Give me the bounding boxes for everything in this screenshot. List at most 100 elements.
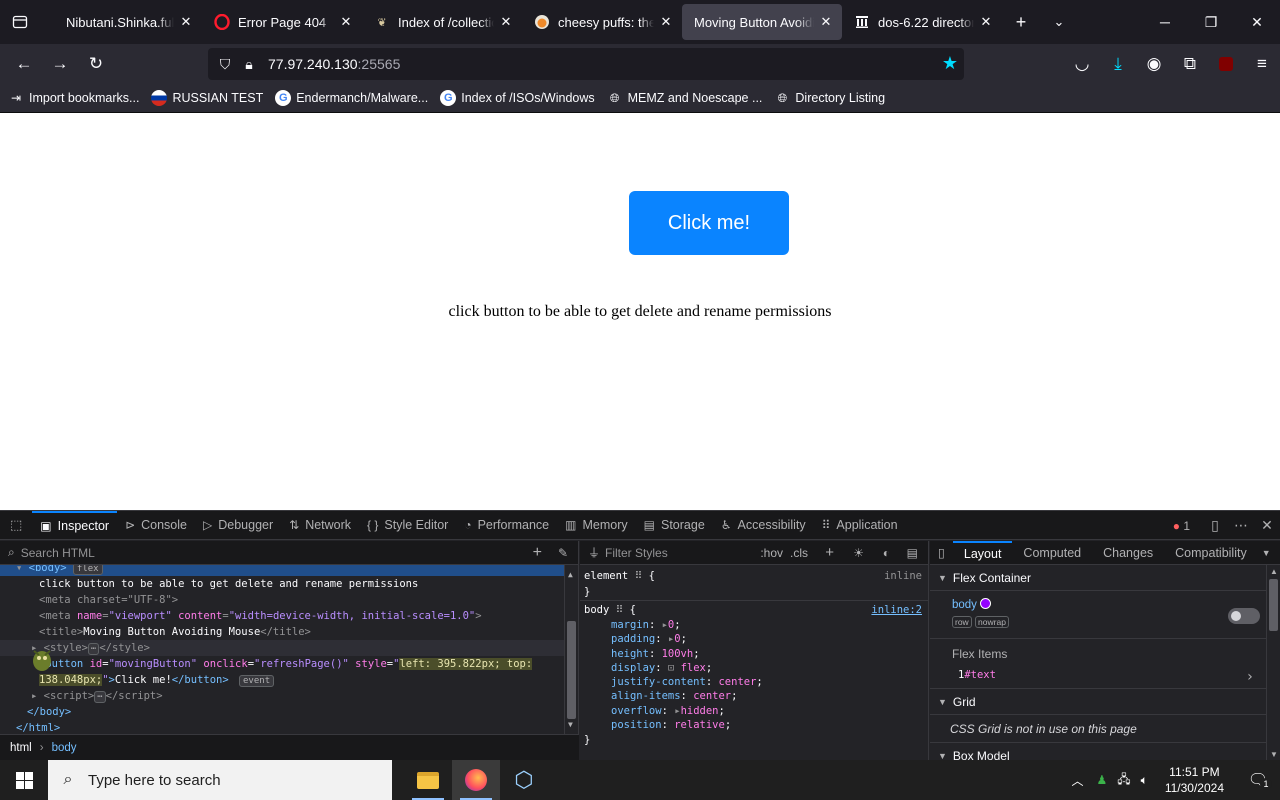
tab-debugger[interactable]: ▷ Debugger xyxy=(195,511,281,540)
collapsed-badge[interactable]: ⋯ xyxy=(94,691,106,703)
tab-accessibility[interactable]: ♿︎ Accessibility xyxy=(713,511,814,540)
close-tab-icon[interactable]: ✕ xyxy=(978,14,994,30)
hov-toggle[interactable]: :hov xyxy=(760,546,783,560)
declaration[interactable]: position: relative; xyxy=(611,718,924,732)
scroll-up-icon[interactable]: ▲ xyxy=(1270,567,1278,576)
rule-source[interactable]: inline:2 xyxy=(871,602,922,618)
filter-styles-input[interactable]: Filter Styles xyxy=(605,546,668,560)
close-devtools-button[interactable]: ✕ xyxy=(1254,517,1280,534)
chevron-up-icon[interactable]: ︿ xyxy=(1071,772,1083,789)
tab-5[interactable]: dos-6.22 directory li ✕ xyxy=(842,4,1002,40)
grid-header[interactable]: ▼ Grid xyxy=(930,689,1266,715)
declaration[interactable]: padding: ▸0; xyxy=(611,632,924,646)
close-tab-icon[interactable]: ✕ xyxy=(338,14,354,30)
markup-node-style[interactable]: ▸ <style> ⋯ </style> xyxy=(0,640,578,656)
close-tab-icon[interactable]: ✕ xyxy=(498,14,514,30)
url-text[interactable]: 77.97.240.130:25565 xyxy=(268,56,400,72)
box-model-header[interactable]: ▼ Box Model xyxy=(930,743,1266,761)
network-icon[interactable]: 🖧︎ xyxy=(1117,770,1130,791)
tab-console[interactable]: ⊳ Console xyxy=(117,511,195,540)
tab-3[interactable]: cheesy puffs: the ga ✕ xyxy=(522,4,682,40)
toggle-sidebar-icon[interactable]: ▯ xyxy=(930,541,953,565)
close-window-button[interactable]: ✕ xyxy=(1234,0,1280,44)
bookmark-item[interactable]: G Endermanch/Malware... xyxy=(275,90,428,106)
flex-badge[interactable]: flex xyxy=(72,565,103,575)
rule-selector[interactable]: element xyxy=(584,570,628,582)
people-icon[interactable]: ♟ xyxy=(1096,773,1107,787)
declaration[interactable]: margin: ▸0; xyxy=(611,618,924,632)
extensions-button[interactable]: ⧉ xyxy=(1172,48,1208,80)
account-button[interactable]: ◉ xyxy=(1136,48,1172,80)
cls-toggle[interactable]: .cls xyxy=(790,546,808,560)
declaration[interactable]: height: 100vh; xyxy=(611,647,924,661)
tab-network[interactable]: ⇅ Network xyxy=(281,511,359,540)
pocket-button[interactable]: ◡ xyxy=(1064,48,1100,80)
markup-node-button[interactable]: <button id="movingButton" onclick="refre… xyxy=(0,656,578,672)
tab-changes[interactable]: Changes xyxy=(1092,541,1164,565)
bookmark-item[interactable]: ⇥ Import bookmarks... xyxy=(8,90,139,106)
notification-center[interactable]: 🗨︎ 1 xyxy=(1236,770,1280,790)
flex-item-row[interactable]: 1#text › xyxy=(952,669,1266,685)
rule-source[interactable]: inline xyxy=(884,568,922,584)
back-button[interactable]: ← xyxy=(6,48,42,80)
collapsed-badge[interactable]: ⋯ xyxy=(87,643,100,655)
url-bar[interactable]: ⛉ 🔒︎ 77.97.240.130:25565 ★ xyxy=(208,48,964,80)
tab-performance[interactable]: ◔ Performance xyxy=(456,511,557,540)
restore-button[interactable]: ❐ xyxy=(1188,0,1234,44)
tab-memory[interactable]: ▥ Memory xyxy=(557,511,636,540)
add-rule-icon[interactable]: + xyxy=(825,544,834,561)
flex-toggle-icon[interactable]: ⊡ xyxy=(668,662,674,674)
search-html-input[interactable]: Search HTML xyxy=(21,546,95,560)
dock-button[interactable]: ▯ xyxy=(1202,517,1228,534)
layout-scrollbar[interactable]: ▲ ▼ xyxy=(1266,565,1280,761)
tab-layout[interactable]: Layout xyxy=(952,540,1013,565)
tab-application[interactable]: ⠿ Application xyxy=(814,511,906,540)
scroll-up-icon[interactable]: ▲ xyxy=(568,567,573,583)
bookmark-item[interactable]: 🌐︎ Directory Listing xyxy=(774,90,885,106)
add-node-icon[interactable]: + xyxy=(533,544,542,562)
markup-node-body[interactable]: ▾ <body> flex xyxy=(0,565,578,576)
flexbox-highlighter-toggle[interactable] xyxy=(1228,608,1260,624)
taskbar-search-input[interactable]: ⌕ Type here to search xyxy=(48,760,392,800)
bookmark-item[interactable]: RUSSIAN TEST xyxy=(151,90,263,106)
lock-icon[interactable]: 🔒︎ xyxy=(238,53,260,75)
taskbar-file-explorer[interactable] xyxy=(404,760,452,800)
markup-node-meta[interactable]: <meta charset="UTF-8"> xyxy=(0,592,578,608)
tab-computed[interactable]: Computed xyxy=(1012,541,1092,565)
declaration[interactable]: align-items: center; xyxy=(611,689,924,703)
markup-text-node[interactable]: click button to be able to get delete an… xyxy=(0,576,578,592)
downloads-button[interactable]: ⤓ xyxy=(1100,48,1136,80)
menu-button[interactable]: ≡ xyxy=(1244,48,1280,80)
new-tab-button[interactable]: + xyxy=(1002,0,1040,44)
clock[interactable]: 11:51 PM 11/30/2024 xyxy=(1165,764,1224,796)
scrollbar-thumb[interactable] xyxy=(1269,579,1278,631)
declaration[interactable]: overflow: ▸hidden; xyxy=(611,704,924,718)
volume-icon[interactable]: 🔈︎ xyxy=(1141,773,1148,788)
container-label[interactable]: body xyxy=(952,598,1266,611)
print-media-icon[interactable]: ▤ xyxy=(907,546,918,560)
more-options-button[interactable]: ⋯ xyxy=(1228,517,1254,534)
bookmark-star-icon[interactable]: ★ xyxy=(942,53,958,74)
minimize-button[interactable]: ─ xyxy=(1142,0,1188,44)
scroll-down-icon[interactable]: ▼ xyxy=(568,717,573,733)
scrollbar-thumb[interactable] xyxy=(567,621,576,719)
close-tab-icon[interactable]: ✕ xyxy=(178,14,194,30)
sidebar-overflow-icon[interactable]: ▼ xyxy=(1258,541,1275,565)
start-button[interactable] xyxy=(0,760,48,800)
declaration[interactable]: justify-content: center; xyxy=(611,675,924,689)
event-badge[interactable]: event xyxy=(239,675,275,687)
bookmark-item[interactable]: G Index of /ISOs/Windows xyxy=(440,90,595,106)
declaration[interactable]: display: ⊡ flex; xyxy=(611,661,924,675)
tab-4[interactable]: Moving Button Avoidin ✕ xyxy=(682,4,842,40)
breadcrumb-item[interactable]: html xyxy=(10,742,32,754)
rule-selector[interactable]: body xyxy=(584,604,609,616)
tab-1[interactable]: Error Page 404 ✕ xyxy=(202,4,362,40)
bookmark-item[interactable]: 🌐︎ MEMZ and Noescape ... xyxy=(607,90,763,106)
taskbar-virtualbox[interactable]: ⬡ xyxy=(500,760,548,800)
close-tab-icon[interactable]: ✕ xyxy=(818,14,834,30)
moving-button[interactable]: Click me! xyxy=(629,191,789,255)
ublock-button[interactable] xyxy=(1208,48,1244,80)
markup-node-script[interactable]: ▸ <script> ⋯ </script> xyxy=(0,688,578,704)
flex-container-header[interactable]: ▼ Flex Container xyxy=(930,565,1266,591)
shield-icon[interactable]: ⛉ xyxy=(214,53,236,75)
